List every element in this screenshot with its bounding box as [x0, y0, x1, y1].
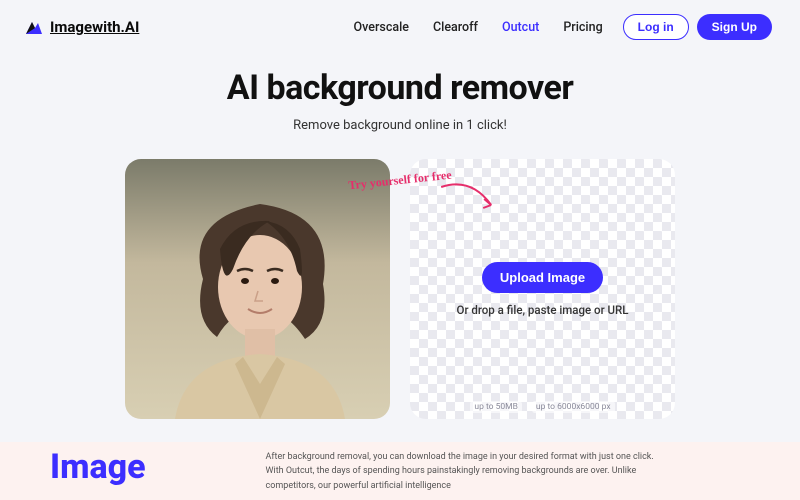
nav-item-outcut[interactable]: Outcut — [502, 20, 539, 35]
upload-button[interactable]: Upload Image — [482, 262, 603, 293]
demo-person-image — [125, 159, 390, 419]
nav-item-pricing[interactable]: Pricing — [563, 20, 602, 35]
nav-item-overscale[interactable]: Overscale — [354, 20, 409, 35]
hero-title: AI background remover — [0, 68, 800, 108]
brand-logo[interactable]: Imagewith.AI — [24, 17, 139, 37]
bottom-para-2: With Outcut, the days of spending hours … — [266, 464, 686, 493]
upload-inner: Upload Image Or drop a file, paste image… — [457, 262, 629, 317]
bottom-section: Image After background removal, you can … — [0, 442, 800, 500]
brand-logo-icon — [24, 17, 44, 37]
hero-subtitle: Remove background online in 1 click! — [0, 118, 800, 133]
signup-button[interactable]: Sign Up — [697, 14, 772, 40]
upload-drop-text: Or drop a file, paste image or URL — [457, 303, 629, 317]
bottom-copy: After background removal, you can downlo… — [266, 450, 686, 493]
main-nav: Overscale Clearoff Outcut Pricing — [354, 20, 603, 35]
auth-buttons: Log in Sign Up — [623, 14, 772, 40]
upload-limit-size: up to 50MB — [470, 401, 522, 413]
bottom-heading: Image — [50, 450, 146, 484]
demo-before-panel — [125, 159, 390, 419]
brand-name: Imagewith.AI — [50, 18, 139, 36]
login-button[interactable]: Log in — [623, 14, 689, 40]
demo-section: Try yourself for free — [0, 159, 800, 419]
bottom-para-1: After background removal, you can downlo… — [266, 450, 686, 464]
nav-item-clearoff[interactable]: Clearoff — [433, 20, 478, 35]
upload-limit-resolution: up to 6000x6000 px — [532, 401, 615, 413]
header: Imagewith.AI Overscale Clearoff Outcut P… — [0, 0, 800, 50]
upload-dropzone[interactable]: Upload Image Or drop a file, paste image… — [410, 159, 675, 419]
upload-limits: up to 50MB up to 6000x6000 px — [470, 401, 614, 413]
